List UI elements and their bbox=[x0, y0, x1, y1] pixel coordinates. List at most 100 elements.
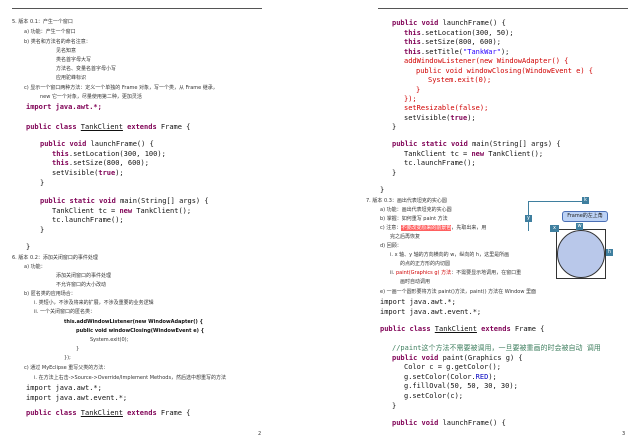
text-run: public static void bbox=[392, 140, 473, 148]
text-run: g.setColor(c); bbox=[404, 392, 464, 400]
right-page: public void launchFrame() {this.setLocat… bbox=[320, 0, 640, 439]
text-line: b) 类名和方法名的命名注意： bbox=[24, 40, 91, 45]
text-run: main(String[] args) { bbox=[472, 140, 561, 148]
text-line: 添加关闭窗口的事件处理 bbox=[56, 274, 111, 279]
text-run: a) 功能：画出代表坦克的实心圆 bbox=[380, 207, 452, 213]
text-run: a) 功能：产生一个窗口 bbox=[24, 29, 76, 35]
text-run: setVisible( bbox=[404, 114, 451, 122]
code-line: import java.awt.*; bbox=[380, 299, 456, 306]
text-line: System.exit(0); bbox=[90, 338, 128, 343]
text-run: } bbox=[380, 186, 385, 194]
text-run: } bbox=[76, 346, 80, 352]
text-run: public void windowClosing(WindowEvent e)… bbox=[416, 67, 594, 75]
code-line: public void paint(Graphics g) { bbox=[392, 355, 523, 362]
text-line: c) 注意：不要改变原来的前景色，先取出来，用 bbox=[380, 225, 487, 231]
text-run: TankClient(); bbox=[136, 207, 192, 215]
text-line: 不允许窗口的大小改动 bbox=[56, 283, 106, 288]
left-page: 5. 版本 0.1：产生一个窗口 a) 功能：产生一个窗口 b) 类名和方法名的命名… bbox=[0, 0, 320, 439]
code-line: g.setColor(c); bbox=[404, 393, 463, 400]
text-run: this bbox=[404, 38, 421, 46]
text-run: this.addWindowListener(new WindowAdapter… bbox=[64, 319, 204, 325]
text-run: } bbox=[392, 169, 397, 177]
code-line: public void windowClosing(WindowEvent e)… bbox=[416, 68, 593, 75]
code-line: setResizable(false); bbox=[404, 105, 488, 112]
text-run: setVisible( bbox=[52, 169, 99, 177]
text-line: i. 类短小，不涉及将来的扩展，不涉及重要的业务逻辑 bbox=[34, 301, 154, 306]
text-line: ii. paint(Graphics g) 方法：不需要显示地调用，在窗口重 bbox=[390, 271, 521, 276]
text-run: Frame { bbox=[160, 123, 191, 131]
x-tag: k bbox=[582, 197, 589, 204]
text-run: TankClient bbox=[434, 325, 477, 333]
x-axis-line bbox=[528, 201, 588, 202]
text-run: addWindowListener(new WindowAdapter() { bbox=[404, 57, 569, 65]
code-line: TankClient tc = new TankClient(); bbox=[52, 208, 191, 215]
text-line: 应用驼峰标识 bbox=[56, 76, 86, 81]
code-line: import java.awt.*; bbox=[26, 104, 102, 111]
text-run: true bbox=[450, 114, 468, 122]
text-run: } bbox=[392, 123, 397, 131]
text-line: 5. 版本 0.1：产生一个窗口 bbox=[12, 20, 73, 25]
text-run: RED bbox=[475, 373, 489, 381]
code-line: addWindowListener(new WindowAdapter() { bbox=[404, 58, 568, 65]
frame-coordinate-diagram: k y Frame的左上角 x w h bbox=[520, 195, 620, 283]
inscribed-circle bbox=[557, 230, 605, 278]
text-run: ii. 一个关闭窗口的匿名类： bbox=[34, 309, 95, 315]
text-run: import java.awt.event.*; bbox=[380, 308, 482, 316]
h-tag: h bbox=[606, 249, 613, 256]
text-run: public static void bbox=[40, 197, 121, 205]
text-run: 5. 版本 0.1：产生一个窗口 bbox=[12, 19, 73, 25]
text-line: 画时自动调用 bbox=[400, 280, 430, 285]
text-run: this bbox=[52, 150, 69, 158]
text-run: new 它一个对象，尽量使用第二种，更加灵活 bbox=[40, 94, 142, 100]
text-run: ，先取出来，用 bbox=[451, 225, 487, 231]
text-line: b) 掌握：如何重写 paint 方法 bbox=[380, 217, 448, 222]
text-run: public void bbox=[392, 19, 443, 27]
code-line: import java.awt.event.*; bbox=[26, 395, 127, 402]
text-line: a) 功能： bbox=[24, 265, 46, 270]
code-line: } bbox=[392, 403, 396, 410]
text-run: import java.awt.*; bbox=[26, 103, 102, 111]
text-line: d) 回顾： bbox=[380, 244, 402, 249]
text-run: extends bbox=[122, 123, 161, 131]
frame-top-left-callout: Frame的左上角 bbox=[562, 211, 608, 222]
code-line: setVisible(true); bbox=[404, 115, 476, 122]
code-line: TankClient tc = new TankClient(); bbox=[404, 151, 543, 158]
code-line: System.exit(0); bbox=[428, 77, 491, 84]
text-line: c) 通过 MyEclipse 重写父类的方法： bbox=[24, 366, 108, 371]
text-run: import java.awt.*; bbox=[26, 384, 102, 392]
text-line: 类名首字母大写 bbox=[56, 58, 91, 63]
text-run: this bbox=[404, 29, 421, 37]
text-run: setResizable(false); bbox=[404, 104, 489, 112]
code-line: } bbox=[26, 244, 30, 251]
code-line: } bbox=[392, 124, 396, 131]
text-run: launchFrame() { bbox=[90, 140, 154, 148]
text-line: } bbox=[76, 347, 79, 352]
code-line: } bbox=[40, 180, 44, 187]
text-run: .setSize(800, 600); bbox=[68, 159, 149, 167]
text-run: ); bbox=[500, 48, 510, 56]
text-run: Frame { bbox=[514, 325, 545, 333]
text-run: launchFrame() { bbox=[442, 19, 506, 27]
code-line: this.setTitle("TankWar"); bbox=[404, 49, 509, 56]
text-run: }); bbox=[64, 355, 71, 361]
code-line: } bbox=[392, 170, 396, 177]
text-run: i. 在方法上右击->Source->Override/Implement Me… bbox=[34, 375, 227, 381]
text-run: d) 回顾： bbox=[380, 243, 402, 249]
text-run: new bbox=[119, 207, 137, 215]
text-run: ); bbox=[467, 114, 476, 122]
text-run: paint(Graphics g) { bbox=[442, 354, 523, 362]
text-run: Frame { bbox=[160, 409, 191, 417]
text-line: b) 匿名类的应用场合： bbox=[24, 292, 76, 297]
text-run: 方法 bbox=[439, 270, 452, 276]
code-line: import java.awt.*; bbox=[26, 385, 102, 392]
text-line: i. 在方法上右击->Source->Override/Implement Me… bbox=[34, 376, 226, 381]
text-run: a) 功能： bbox=[24, 264, 46, 270]
text-run: g.setColor(Color. bbox=[404, 373, 476, 381]
w-tag: w bbox=[576, 223, 583, 230]
text-run: 类名首字母大写 bbox=[56, 57, 92, 63]
text-run: public void bbox=[392, 419, 443, 427]
text-run: this bbox=[52, 159, 69, 167]
page-number: 3 bbox=[622, 431, 626, 437]
text-run: 6. 版本 0.2：添加关闭窗口的事件处理 bbox=[12, 255, 98, 261]
text-run: 方法名、变量名首字母小写 bbox=[56, 66, 117, 72]
